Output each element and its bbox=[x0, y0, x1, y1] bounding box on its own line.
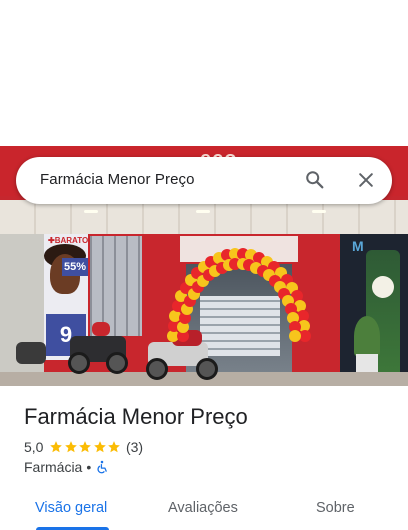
star-icon bbox=[79, 441, 92, 453]
place-tabs: Visão geral Avaliações Sobre bbox=[0, 492, 408, 530]
place-info-panel: Farmácia Menor Preço 5,0 (3) Farmácia • … bbox=[0, 386, 408, 530]
star-rating bbox=[49, 440, 122, 454]
close-icon[interactable] bbox=[356, 170, 376, 190]
motorcycle-wheel bbox=[106, 352, 128, 374]
search-bar[interactable]: Farmácia Menor Preço bbox=[16, 157, 392, 204]
storefront-window bbox=[90, 236, 142, 336]
potted-plant bbox=[354, 316, 380, 356]
wheelchair-icon bbox=[97, 460, 108, 474]
poster-percent: 55% bbox=[62, 258, 88, 276]
balloon bbox=[289, 330, 301, 342]
bicycle bbox=[16, 342, 46, 364]
storefront-canopy bbox=[0, 200, 408, 234]
ceiling-light bbox=[312, 210, 326, 213]
map-blank-area bbox=[0, 0, 408, 146]
search-input[interactable]: Farmácia Menor Preço bbox=[40, 171, 195, 188]
separator: • bbox=[86, 459, 92, 475]
search-icon[interactable] bbox=[304, 169, 326, 191]
tab-reviews[interactable]: Avaliações bbox=[168, 500, 238, 516]
motorcycle-wheel bbox=[146, 358, 168, 380]
rating-row[interactable]: 5,0 (3) bbox=[24, 438, 143, 456]
ceiling-light bbox=[196, 210, 210, 213]
star-icon bbox=[108, 441, 121, 453]
ceiling-light bbox=[84, 210, 98, 213]
category-row: Farmácia • bbox=[24, 458, 109, 476]
tab-about[interactable]: Sobre bbox=[316, 500, 355, 516]
star-icon bbox=[94, 441, 106, 453]
neighbor-sign: M bbox=[352, 238, 364, 254]
star-icon bbox=[65, 441, 77, 453]
place-title: Farmácia Menor Preço bbox=[24, 404, 248, 429]
store-shelves bbox=[200, 296, 280, 356]
banner-logo bbox=[372, 276, 394, 298]
motorcycle-detail bbox=[92, 322, 110, 336]
tab-overview[interactable]: Visão geral bbox=[35, 500, 107, 516]
review-count[interactable]: (3) bbox=[126, 439, 143, 455]
place-category[interactable]: Farmácia bbox=[24, 459, 82, 475]
rating-value: 5,0 bbox=[24, 439, 44, 455]
motorcycle-wheel bbox=[68, 352, 90, 374]
motorcycle-wheel bbox=[196, 358, 218, 380]
star-icon bbox=[50, 441, 63, 453]
